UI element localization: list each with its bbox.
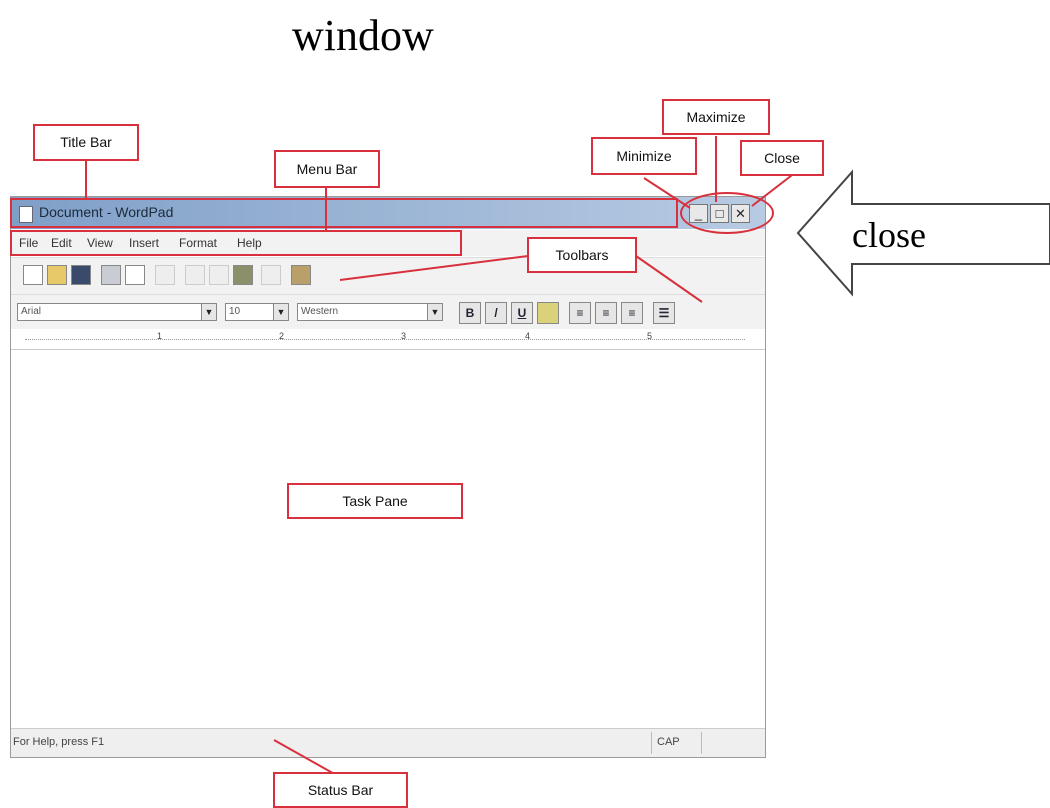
- callout-minimize: Minimize: [591, 137, 697, 175]
- callout-task-pane: Task Pane: [287, 483, 463, 519]
- callout-menu-bar: Menu Bar: [274, 150, 380, 188]
- callout-maximize: Maximize: [662, 99, 770, 135]
- callout-close: Close: [740, 140, 824, 176]
- callout-lines: [85, 136, 1050, 777]
- callout-title-bar: Title Bar: [33, 124, 139, 161]
- callout-toolbars: Toolbars: [527, 237, 637, 273]
- arrow-label: close: [852, 215, 926, 255]
